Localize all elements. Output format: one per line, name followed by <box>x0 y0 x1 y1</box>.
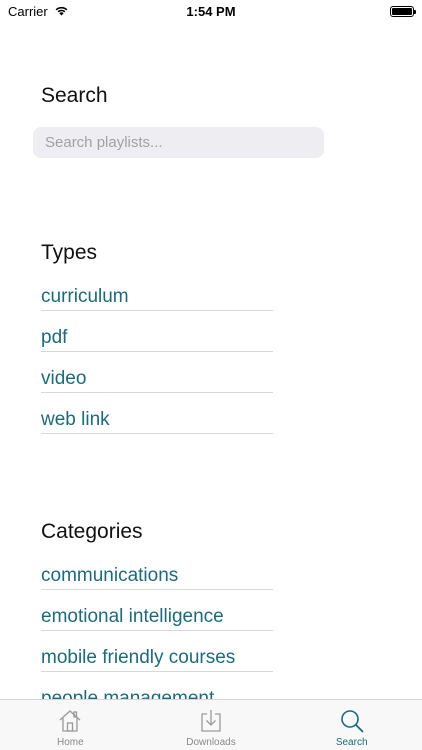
download-icon <box>201 710 221 732</box>
house-icon <box>59 710 81 732</box>
types-heading: Types <box>41 241 98 264</box>
search-heading: Search <box>41 84 108 107</box>
main-content: Search Types curriculum pdf video web li… <box>0 22 422 699</box>
type-item-video[interactable]: video <box>41 352 273 393</box>
wifi-icon <box>54 4 69 19</box>
magnifier-icon <box>340 710 364 733</box>
category-item-communications[interactable]: communications <box>41 549 273 590</box>
tab-downloads-label: Downloads <box>186 737 236 748</box>
status-left: Carrier <box>8 4 69 19</box>
category-item-emotional-intelligence[interactable]: emotional intelligence <box>41 590 273 631</box>
tab-home-label: Home <box>56 737 84 748</box>
categories-heading: Categories <box>41 520 143 543</box>
battery-level <box>392 7 412 15</box>
categories-list: communications emotional intelligence mo… <box>41 549 273 699</box>
app-screen: Carrier 1:54 PM Search Types curriculum … <box>0 0 422 750</box>
tab-search-label: Search <box>335 737 368 748</box>
tab-bar: Home Downloads Search <box>0 699 422 750</box>
types-list: curriculum pdf video web link <box>41 270 273 434</box>
category-item-people-management[interactable]: people management <box>41 672 273 699</box>
type-item-pdf[interactable]: pdf <box>41 311 273 352</box>
category-item-mobile-friendly-courses[interactable]: mobile friendly courses <box>41 631 273 672</box>
tab-downloads[interactable]: Downloads <box>141 700 282 750</box>
type-item-curriculum[interactable]: curriculum <box>41 270 273 311</box>
tab-search[interactable]: Search <box>281 700 422 750</box>
status-bar: Carrier 1:54 PM <box>0 0 422 22</box>
type-item-web-link[interactable]: web link <box>41 393 273 434</box>
tab-home[interactable]: Home <box>0 700 141 750</box>
search-input[interactable] <box>33 127 324 158</box>
carrier-label: Carrier <box>8 3 48 19</box>
battery-icon <box>390 5 416 17</box>
